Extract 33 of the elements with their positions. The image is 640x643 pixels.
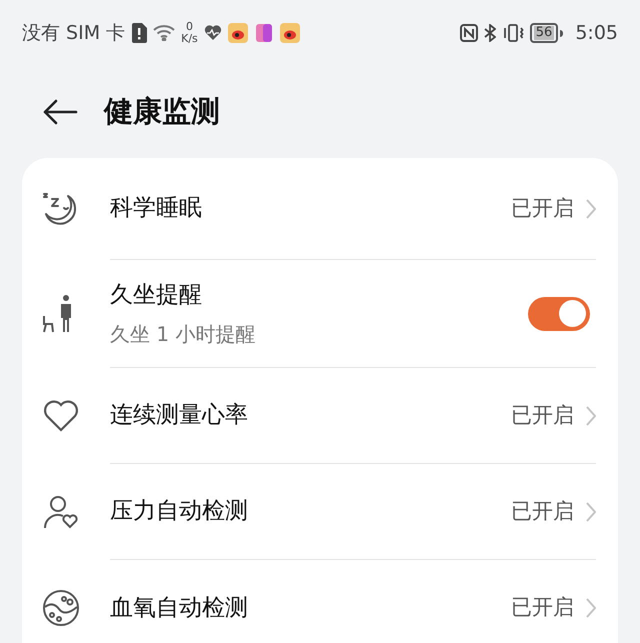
wifi-icon — [153, 25, 176, 41]
chevron-right-icon[interactable] — [586, 502, 596, 522]
status-text: 已开启 — [511, 594, 574, 622]
heart-pulse-icon — [204, 25, 222, 41]
setting-title: 久坐提醒 — [110, 281, 203, 310]
blood-cells-icon — [42, 589, 80, 627]
carrier-text: 没有 SIM 卡 — [22, 20, 126, 46]
chevron-right-icon[interactable] — [586, 198, 596, 218]
app-icon — [228, 23, 248, 43]
chevron-right-icon[interactable] — [586, 406, 596, 426]
status-text: 已开启 — [511, 194, 574, 222]
person-heart-icon — [42, 494, 80, 530]
sim-alert-icon — [131, 23, 148, 43]
page-title: 健康监测 — [104, 93, 220, 130]
app-icon — [254, 23, 274, 43]
nfc-icon — [460, 24, 478, 42]
status-text: 已开启 — [511, 402, 574, 429]
app-icon — [280, 23, 300, 43]
battery-level: 56 — [534, 26, 554, 40]
bluetooth-icon — [484, 24, 496, 42]
status-text: 已开启 — [511, 498, 574, 525]
setting-title: 压力自动检测 — [110, 497, 249, 526]
setting-title: 连续测量心率 — [110, 401, 249, 430]
chevron-right-icon[interactable] — [586, 598, 596, 618]
clock: 5:05 — [575, 20, 618, 46]
setting-title: 血氧自动检测 — [110, 594, 249, 623]
setting-subtitle: 久坐 1 小时提醒 — [110, 320, 256, 348]
speed-unit: K/s — [181, 33, 198, 45]
heart-icon — [42, 399, 80, 433]
setting-title: 科学睡眠 — [110, 194, 203, 224]
speed-value: 0 — [186, 21, 193, 33]
toggle-switch[interactable] — [528, 296, 590, 330]
vibrate-icon — [502, 24, 524, 42]
